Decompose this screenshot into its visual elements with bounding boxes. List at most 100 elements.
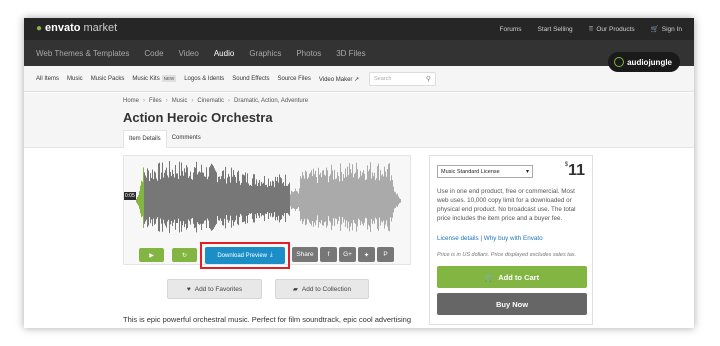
waveform-bar — [270, 181, 271, 217]
pinterest-share-button[interactable]: P — [377, 247, 394, 262]
waveform-bar — [357, 169, 358, 227]
breadcrumb-home[interactable]: Home — [123, 98, 139, 104]
buy-now-label: Buy Now — [495, 299, 529, 309]
waveform-bar — [181, 162, 182, 232]
why-buy-link[interactable]: Why buy with Envato — [484, 235, 543, 242]
waveform-bar — [279, 174, 280, 223]
waveform-bar — [298, 193, 299, 207]
nav-item-video[interactable]: Video — [179, 49, 199, 58]
waveform-bar — [310, 172, 311, 224]
waveform-bar — [349, 163, 350, 232]
buy-now-button[interactable]: Buy Now — [437, 293, 587, 315]
search-placeholder: Search — [374, 76, 392, 82]
subnav-music-packs[interactable]: Music Packs — [91, 76, 125, 82]
google-plus-share-button[interactable]: G+ — [339, 247, 356, 262]
breadcrumb-separator: › — [165, 98, 168, 104]
twitter-share-button[interactable]: ✦ — [358, 247, 375, 262]
subnav-sound-effects[interactable]: Sound Effects — [232, 76, 269, 82]
waveform-bar — [353, 177, 354, 220]
nav-item-graphics[interactable]: Graphics — [249, 49, 281, 58]
audiojungle-badge[interactable]: audiojungle — [608, 52, 680, 72]
nav-item-photos[interactable]: Photos — [296, 49, 321, 58]
waveform-bar — [221, 176, 222, 221]
breadcrumb-music[interactable]: Music — [172, 98, 188, 104]
waveform-bar — [207, 179, 208, 219]
waveform-bar — [389, 163, 390, 232]
audiojungle-label: audiojungle — [627, 57, 672, 67]
waveform-bar — [358, 178, 359, 219]
waveform-bar — [383, 176, 384, 221]
logo-brand: envato — [45, 22, 81, 34]
subnav-music-kits[interactable]: Music Kits NEW — [132, 75, 177, 82]
subnav-logos-idents[interactable]: Logos & Idents — [184, 76, 224, 82]
breadcrumb-files[interactable]: Files — [149, 98, 162, 104]
waveform-bar — [257, 185, 258, 214]
download-preview-button[interactable]: Download Preview ⤓ — [205, 247, 285, 264]
breadcrumb-genre[interactable]: Dramatic, Action, Adventure — [234, 98, 308, 104]
waveform-bar — [301, 178, 302, 220]
loop-button[interactable]: ↻ — [172, 248, 197, 262]
waveform-bar — [258, 182, 259, 216]
waveform-bar — [193, 172, 194, 224]
waveform-bar — [387, 169, 388, 227]
waveform-bar — [305, 170, 306, 226]
search-input[interactable]: Search ⚲ — [369, 72, 436, 86]
subnav-music[interactable]: Music — [67, 76, 83, 82]
waveform-bar — [235, 177, 236, 221]
waveform-bar — [223, 170, 224, 226]
play-button[interactable]: ▶ — [139, 248, 164, 262]
waveform-bar — [184, 168, 185, 228]
waveform-bar — [339, 181, 340, 217]
sign-in-link[interactable]: 🛒 Sign In — [651, 25, 682, 33]
category-nav: Web Themes & Templates Code Video Audio … — [24, 40, 694, 66]
subnav-source-files[interactable]: Source Files — [278, 76, 311, 82]
envato-logo[interactable]: ● envato market — [36, 22, 117, 34]
subnav-video-maker[interactable]: Video Maker ↗ — [319, 76, 359, 83]
waveform-bar — [386, 176, 387, 221]
new-badge: NEW — [161, 75, 177, 82]
start-selling-link[interactable]: Start Selling — [538, 26, 573, 33]
nav-item-audio[interactable]: Audio — [214, 49, 234, 58]
nav-item-3d-files[interactable]: 3D Files — [336, 49, 365, 58]
waveform-bar — [366, 179, 367, 219]
waveform-bar — [174, 177, 175, 220]
nav-item-code[interactable]: Code — [144, 49, 163, 58]
add-to-cart-button[interactable]: 🛒 Add to Cart — [437, 266, 587, 288]
waveform-bar — [208, 176, 209, 221]
license-select[interactable]: Music Standard License ▾ — [437, 165, 533, 178]
waveform-bar — [328, 182, 329, 217]
tab-item-details[interactable]: Item Details — [123, 130, 167, 148]
price-note: Price is in US dollars. Price displayed … — [437, 252, 577, 258]
waveform-bar — [342, 180, 343, 218]
waveform-bar — [400, 199, 401, 203]
waveform-bar — [384, 166, 385, 229]
waveform-bar — [273, 181, 274, 217]
waveform-bar — [333, 179, 334, 219]
subnav-all-items[interactable]: All Items — [36, 76, 59, 82]
waveform-bar — [261, 181, 262, 217]
waveform-bar — [247, 173, 248, 224]
nav-item-web-themes[interactable]: Web Themes & Templates — [36, 49, 129, 58]
waveform-bar — [173, 174, 174, 223]
breadcrumb-cinematic[interactable]: Cinematic — [197, 98, 224, 104]
waveform-bar — [356, 162, 357, 232]
waveform[interactable] — [124, 156, 412, 244]
waveform-bar — [186, 165, 187, 230]
waveform-bar — [324, 174, 325, 223]
leaf-icon: ● — [36, 22, 43, 34]
waveform-bar — [196, 161, 197, 233]
facebook-share-button[interactable]: f — [320, 247, 337, 262]
our-products-link[interactable]: ⠿ Our Products — [589, 25, 635, 33]
search-icon[interactable]: ⚲ — [426, 75, 431, 83]
add-to-collection-button[interactable]: ▰ Add to Collection — [275, 279, 369, 299]
waveform-bar — [150, 173, 151, 224]
forums-link[interactable]: Forums — [500, 26, 522, 33]
license-details-link[interactable]: License details — [437, 235, 479, 242]
share-button[interactable]: Share — [292, 247, 318, 262]
waveform-bar — [149, 181, 150, 217]
waveform-bar — [157, 180, 158, 218]
waveform-bar — [140, 185, 141, 214]
waveform-bar — [291, 190, 292, 210]
add-to-favorites-button[interactable]: ♥ Add to Favorites — [167, 279, 262, 299]
tab-comments[interactable]: Comments — [167, 130, 206, 148]
